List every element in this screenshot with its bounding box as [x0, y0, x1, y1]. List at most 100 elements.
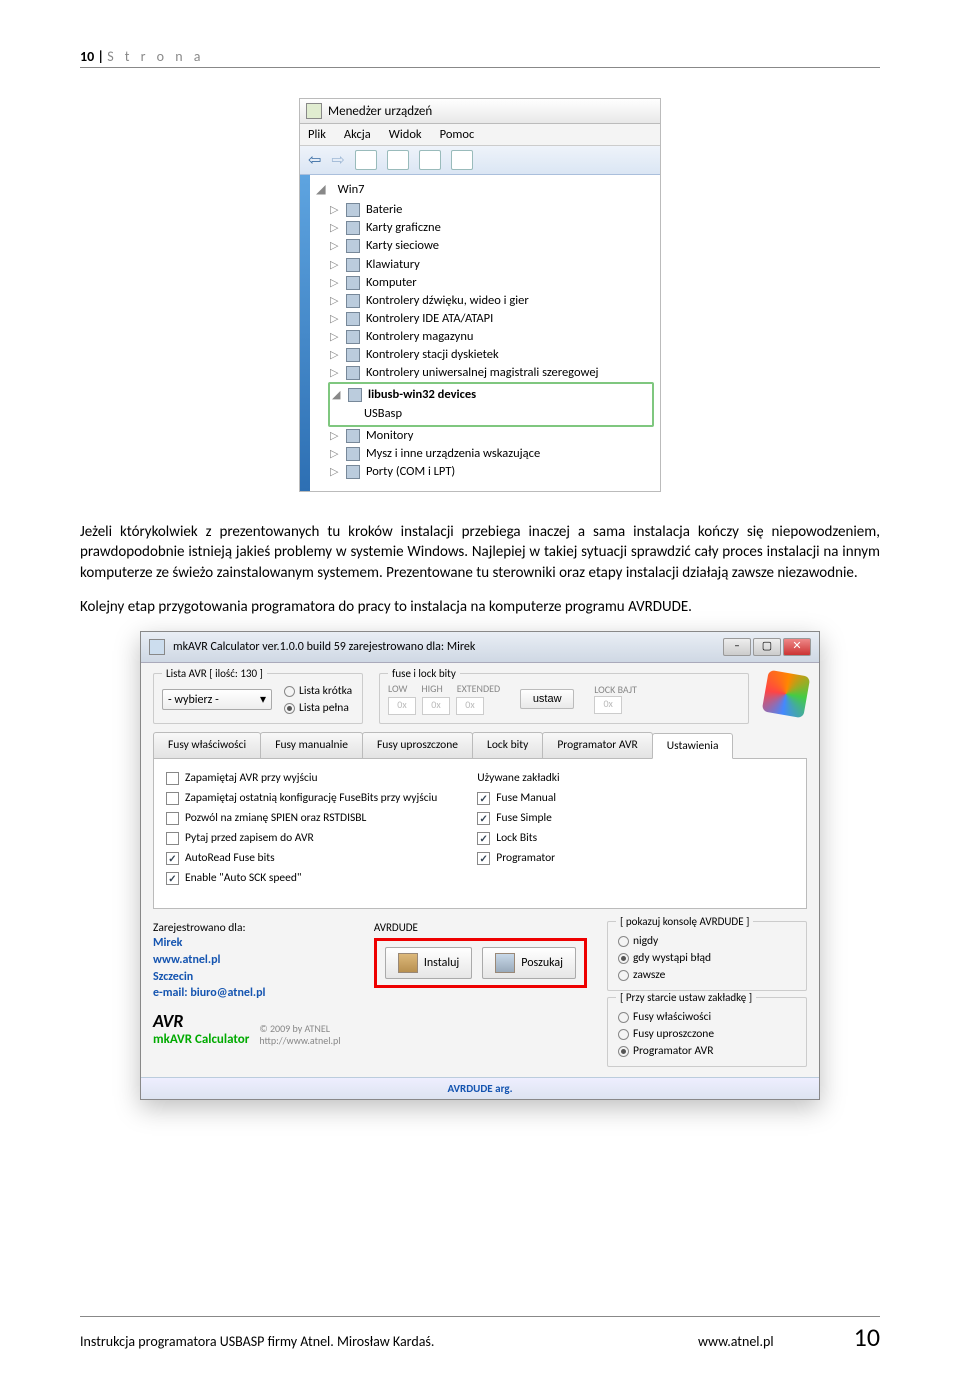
checkbox-icon [166, 852, 179, 865]
usb-icon [348, 388, 362, 402]
device-icon [346, 312, 360, 326]
checkbox-item[interactable]: Fuse Manual [477, 791, 559, 805]
radio-item[interactable]: nigdy [618, 934, 796, 948]
fuse-high-input[interactable]: 0x [422, 697, 450, 715]
footer-logo: AVR mkAVR Calculator © 2009 by ATNEL htt… [153, 1010, 354, 1047]
minimize-button[interactable]: – [723, 638, 751, 656]
poszukaj-button[interactable]: Poszukaj [482, 947, 576, 979]
menu-pomoc[interactable]: Pomoc [440, 127, 475, 142]
radio-item[interactable]: Programator AVR [618, 1044, 796, 1058]
radio-item[interactable]: Fusy właściwości [618, 1010, 796, 1024]
tree-item[interactable]: ▷Kontrolery uniwersalnej magistrali szer… [316, 364, 654, 382]
ustaw-button[interactable]: ustaw [520, 689, 574, 709]
fuse-ext-input[interactable]: 0x [456, 697, 484, 715]
settings-checks-right: Używane zakładki Fuse Manual Fuse Simple L… [477, 771, 559, 896]
tree-root-label: Win7 [338, 181, 365, 199]
device-manager-window: Menedżer urządzeń Plik Akcja Widok Pomoc… [299, 98, 661, 492]
tabs: Fusy właściwości Fusy manualnie Fusy upr… [153, 732, 807, 759]
checkbox-item[interactable]: Enable "Auto SCK speed" [166, 871, 437, 885]
toolbar-btn-1[interactable] [355, 150, 377, 170]
checkbox-icon [477, 792, 490, 805]
reg-email: e-mail: biuro@atnel.pl [153, 985, 354, 1002]
tree-item[interactable]: ▷Kontrolery IDE ATA/ATAPI [316, 310, 654, 328]
tab-content: Zapamiętaj AVR przy wyjściu Zapamiętaj os… [153, 759, 807, 909]
mkavr-titlebar: mkAVR Calculator ver.1.0.0 build 59 zare… [141, 632, 819, 663]
tree-item[interactable]: ▷Baterie [316, 201, 654, 219]
page-header: 10 | S t r o n a [80, 48, 880, 68]
maximize-button[interactable]: ▢ [753, 638, 781, 656]
tree-item[interactable]: ▷Komputer [316, 274, 654, 292]
reg-name: Mirek [153, 935, 354, 952]
avr-select[interactable]: - wybierz - ▾ [162, 689, 272, 710]
highlighted-libusb: ◢ libusb-win32 devices USBasp [328, 382, 654, 426]
radio-item[interactable]: zawsze [618, 968, 796, 982]
tree-item[interactable]: ▷Kontrolery stacji dyskietek [316, 346, 654, 364]
checkbox-item[interactable]: Programator [477, 851, 559, 865]
tree-item[interactable]: ▷Karty graficzne [316, 219, 654, 237]
toolbar-btn-2[interactable] [387, 150, 409, 170]
toolbar-btn-3[interactable] [419, 150, 441, 170]
used-tabs-title: Używane zakładki [477, 771, 559, 785]
checkbox-item[interactable]: Zapamiętaj AVR przy wyjściu [166, 771, 437, 785]
tree-item[interactable]: ▷Mysz i inne urządzenia wskazujące [316, 445, 654, 463]
menu-widok[interactable]: Widok [389, 127, 422, 142]
mkavr-statusbar: AVRDUDE arg. [141, 1077, 819, 1099]
toolbar-btn-4[interactable] [451, 150, 473, 170]
tree-item[interactable]: ▷Monitory [316, 427, 654, 445]
tree-item[interactable]: ▷Kontrolery magazynu [316, 328, 654, 346]
tree-item-libusb[interactable]: ◢ libusb-win32 devices [332, 386, 650, 404]
device-icon [346, 348, 360, 362]
menu-akcja[interactable]: Akcja [344, 127, 371, 142]
tab-fusy-wlasciwosci[interactable]: Fusy właściwości [153, 732, 261, 758]
tab-ustawienia[interactable]: Ustawienia [652, 733, 734, 759]
close-button[interactable]: ✕ [783, 638, 811, 656]
mkavr-body: Lista AVR [ ilość: 130 ] - wybierz - ▾ L… [141, 663, 819, 1077]
checkbox-item[interactable]: Lock Bits [477, 831, 559, 845]
tab-programator-avr[interactable]: Programator AVR [542, 732, 652, 758]
checkbox-item[interactable]: Zapamiętaj ostatnią konfigurację FuseBit… [166, 791, 437, 805]
tree-root[interactable]: ◢ Win7 [316, 181, 654, 199]
menu-plik[interactable]: Plik [308, 127, 326, 142]
tree-item[interactable]: ▷Kontrolery dźwięku, wideo i gier [316, 292, 654, 310]
checkbox-item[interactable]: Pozwól na zmianę SPIEN oraz RSTDISBL [166, 811, 437, 825]
device-icon [346, 366, 360, 380]
device-tree: ◢ Win7 ▷Baterie▷Karty graficzne▷Karty si… [310, 175, 660, 491]
avr-select-value: - wybierz - [168, 693, 219, 707]
mkavr-name: mkAVR Calculator [153, 1032, 249, 1047]
konsola-title: [ pokazuj konsolę AVRDUDE ] [616, 915, 753, 928]
radio-lista-krotka[interactable]: Lista krótka [284, 684, 352, 698]
tree-item-usbasp[interactable]: USBasp [332, 405, 650, 423]
devmgr-titlebar: Menedżer urządzeń [300, 99, 660, 124]
mkavr-app-icon [149, 639, 165, 655]
footer-copyright: © 2009 by ATNEL http://www.atnel.pl [259, 1023, 340, 1047]
radio-lista-pelna[interactable]: Lista pełna [284, 701, 352, 715]
tree-item[interactable]: ▷Karty sieciowe [316, 237, 654, 255]
instaluj-button[interactable]: Instaluj [385, 947, 472, 979]
tab-fusy-uproszczone[interactable]: Fusy uproszczone [362, 732, 473, 758]
checkbox-icon [166, 792, 179, 805]
header-num: 10 | [80, 48, 107, 65]
checkbox-item[interactable]: AutoRead Fuse bits [166, 851, 437, 865]
lista-avr-title: Lista AVR [ ilość: 130 ] [162, 667, 267, 680]
paragraph-1: Jeżeli którykolwiek z prezentowanych tu … [80, 522, 880, 583]
lockbajt-input[interactable]: 0x [594, 696, 622, 714]
radio-icon [618, 970, 629, 981]
back-arrow-icon[interactable]: ⇦ [308, 150, 321, 170]
radio-item[interactable]: gdy wystąpi błąd [618, 951, 796, 965]
reg-city: Szczecin [153, 969, 354, 986]
radio-item[interactable]: Fusy uproszczone [618, 1027, 796, 1041]
checkbox-item[interactable]: Fuse Simple [477, 811, 559, 825]
tree-item[interactable]: ▷Porty (COM i LPT) [316, 463, 654, 481]
tab-fusy-manualnie[interactable]: Fusy manualnie [260, 732, 363, 758]
header-label: S t r o n a [107, 48, 204, 65]
device-icon [346, 276, 360, 290]
checkbox-icon [477, 832, 490, 845]
checkbox-item[interactable]: Pytaj przed zapisem do AVR [166, 831, 437, 845]
mkavr-title-text: mkAVR Calculator ver.1.0.0 build 59 zare… [173, 640, 475, 654]
footer-url: www.atnel.pl [698, 1333, 774, 1350]
checkbox-icon [166, 832, 179, 845]
tree-item[interactable]: ▷Klawiatury [316, 256, 654, 274]
fuse-low-input[interactable]: 0x [388, 697, 416, 715]
checkbox-icon [166, 812, 179, 825]
tab-lock-bity[interactable]: Lock bity [472, 732, 543, 758]
